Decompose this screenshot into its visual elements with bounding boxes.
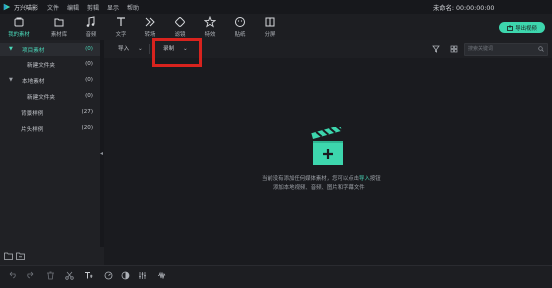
tab-text[interactable]: 文字	[111, 14, 131, 40]
divider	[149, 44, 150, 54]
sticker-icon	[235, 17, 245, 27]
record-highlight-box	[152, 38, 202, 67]
menu-edit[interactable]: 编辑	[67, 3, 79, 12]
tree-item-label: 片头样例	[21, 127, 44, 133]
app-name: 万兴喵影	[14, 5, 39, 12]
tree-item-local-media[interactable]: ▼ 本地素材 (0)	[0, 74, 100, 87]
export-label: 导出视频	[515, 25, 537, 32]
delete-folder-icon[interactable]	[16, 252, 25, 260]
tab-label: 素材库	[50, 32, 68, 38]
filter-funnel-icon[interactable]	[432, 45, 440, 53]
speed-icon[interactable]	[104, 271, 113, 280]
empty-state-line-2: 添加本地视频、音频、图片和字幕文件	[273, 185, 365, 191]
export-video-button[interactable]: 导出视频	[499, 22, 545, 33]
waveform-icon[interactable]	[157, 271, 166, 280]
tree-item-new-folder-2[interactable]: 新建文件夹 (0)	[0, 90, 100, 103]
media-panel-footer	[0, 247, 104, 265]
redo-icon[interactable]	[26, 271, 35, 280]
effects-icon	[204, 16, 216, 28]
tab-my-media[interactable]: 我的素材	[6, 14, 32, 40]
import-link[interactable]: 导入	[359, 176, 370, 182]
color-adjust-icon[interactable]	[121, 271, 130, 280]
split-screen-icon	[265, 17, 275, 27]
stock-folder-icon	[54, 18, 64, 27]
search-icon[interactable]	[538, 46, 544, 52]
tree-item-label: 新建文件夹	[27, 63, 55, 69]
tab-label: 文字	[115, 32, 127, 38]
tree-item-count: (20)	[81, 125, 93, 131]
tab-label: 音频	[85, 32, 97, 38]
tree-item-label: 背景样例	[21, 111, 44, 117]
delete-icon[interactable]	[46, 271, 55, 280]
import-dropdown[interactable]: 导入 ⌄	[118, 44, 143, 54]
tab-label: 特效	[204, 32, 216, 38]
menu-clip[interactable]: 剪辑	[87, 3, 99, 12]
tree-item-project-media[interactable]: ▼ 项目素材 (0)	[0, 43, 100, 56]
empty-text-after: 按钮	[369, 176, 381, 182]
expand-caret-icon[interactable]: ▼	[9, 46, 13, 52]
tree-item-intro-samples[interactable]: 片头样例 (20)	[0, 122, 100, 135]
chevron-down-icon: ⌄	[137, 46, 143, 52]
music-note-icon	[86, 16, 95, 27]
tree-item-background-samples[interactable]: 背景样例 (27)	[0, 106, 100, 119]
tab-label: 分屏	[264, 32, 276, 38]
tree-item-label: 项目素材	[22, 48, 45, 54]
tab-sticker[interactable]: 贴纸	[230, 14, 250, 40]
search-box[interactable]	[464, 43, 548, 56]
filter-icon	[175, 17, 185, 27]
empty-media-clapperboard-icon	[311, 127, 343, 165]
transition-icon	[145, 17, 155, 27]
scissors-icon[interactable]	[65, 271, 74, 280]
undo-icon[interactable]	[8, 271, 17, 280]
export-icon	[507, 24, 514, 31]
top-toolbar: 我的素材 素材库 音频 文字 转场 滤镜 特效 贴纸 分屏	[0, 14, 552, 40]
tab-split-screen[interactable]: 分屏	[260, 14, 280, 40]
audio-mixer-icon[interactable]	[138, 271, 147, 280]
tab-label: 转场	[144, 32, 156, 38]
crop-text-icon[interactable]	[84, 271, 93, 280]
tree-item-count: (0)	[85, 77, 93, 83]
tab-audio[interactable]: 音频	[81, 14, 101, 40]
tab-label: 贴纸	[234, 32, 246, 38]
folder-icon	[14, 17, 24, 27]
import-label: 导入	[118, 46, 130, 52]
new-folder-icon[interactable]	[4, 252, 13, 260]
grid-view-icon[interactable]	[450, 45, 458, 53]
menu-help[interactable]: 帮助	[127, 3, 139, 12]
tree-item-label: 本地素材	[22, 79, 45, 85]
tree-item-count: (0)	[85, 93, 93, 99]
tab-label: 滤镜	[174, 32, 186, 38]
collapse-arrow-icon[interactable]: ◂	[100, 150, 103, 157]
tree-item-count: (0)	[85, 61, 93, 67]
empty-state-line-1: 当前没有添加任何媒体素材，您可以点击导入按钮	[262, 174, 381, 182]
tab-stock-media[interactable]: 素材库	[47, 14, 71, 40]
tab-transition[interactable]: 转场	[140, 14, 160, 40]
menu-view[interactable]: 显示	[107, 3, 119, 12]
expand-caret-icon[interactable]: ▼	[9, 77, 13, 83]
app-logo-icon	[3, 3, 11, 11]
text-icon	[117, 17, 125, 26]
menu-file[interactable]: 文件	[47, 3, 59, 12]
tab-filter[interactable]: 滤镜	[170, 14, 190, 40]
search-input[interactable]	[468, 45, 532, 53]
title-bar: 万兴喵影 文件 编辑 剪辑 显示 帮助 未命名: 00:00:00:00	[0, 0, 552, 14]
tree-item-label: 新建文件夹	[27, 95, 55, 101]
tab-effects[interactable]: 特效	[200, 14, 220, 40]
tree-item-count: (27)	[81, 109, 93, 115]
project-timecode: 未命名: 00:00:00:00	[433, 5, 495, 12]
tab-label: 我的素材	[8, 32, 30, 38]
tree-item-count: (0)	[85, 46, 93, 52]
media-tree-panel: ▼ 项目素材 (0) 新建文件夹 (0) ▼ 本地素材 (0) 新建文件夹 (0…	[0, 40, 100, 265]
empty-text-before: 当前没有添加任何媒体素材，您可以点击	[262, 176, 360, 182]
timeline-toolbar	[0, 265, 552, 288]
tree-item-new-folder[interactable]: 新建文件夹 (0)	[0, 58, 100, 71]
